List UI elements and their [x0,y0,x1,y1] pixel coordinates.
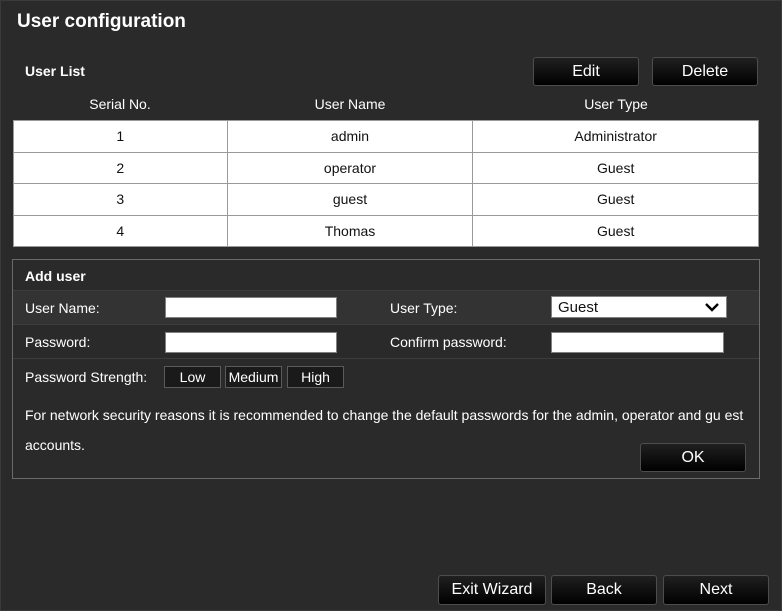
page-title: User configuration [17,11,186,32]
cell-serial: 1 [13,120,228,153]
add-user-panel: Add user User Name: User Type: Guest Pas… [12,259,760,479]
password-strength-row: Password Strength: [13,358,759,396]
chevron-down-icon [705,303,719,312]
password-strength-label: Password Strength: [25,369,148,385]
table-row[interactable]: 3 guest Guest [13,183,759,216]
password-input[interactable] [165,332,337,353]
next-button[interactable]: Next [663,575,769,605]
cell-user-type: Guest [472,214,759,247]
column-header-serial: Serial No. [89,96,151,112]
password-label: Password: [25,334,91,350]
exit-wizard-button[interactable]: Exit Wizard [438,575,546,605]
column-header-user-name: User Name [314,96,386,112]
confirm-password-label: Confirm password: [390,334,507,350]
cell-user-name: operator [226,151,474,184]
cell-user-name: admin [226,120,474,153]
ok-button[interactable]: OK [640,443,746,472]
user-list-label: User List [25,63,85,79]
cell-user-name: guest [226,183,474,216]
strength-medium-indicator: Medium [225,366,282,388]
cell-serial: 3 [13,183,228,216]
add-user-row-passwords: Password: Confirm password: [13,324,759,358]
cell-serial: 4 [13,214,228,247]
cell-user-type: Guest [472,151,759,184]
user-type-select[interactable]: Guest [551,296,727,318]
add-user-title: Add user [25,268,86,284]
user-type-label: User Type: [390,300,458,316]
cell-user-name: Thomas [226,214,474,247]
table-row[interactable]: 4 Thomas Guest [13,214,759,247]
strength-high-indicator: High [287,366,344,388]
table-row[interactable]: 2 operator Guest [13,151,759,184]
user-type-selected-value: Guest [558,298,599,316]
cell-user-type: Administrator [472,120,759,153]
strength-low-indicator: Low [164,366,221,388]
user-name-label: User Name: [25,300,100,316]
cell-user-type: Guest [472,183,759,216]
confirm-password-input[interactable] [551,332,724,353]
table-row[interactable]: 1 admin Administrator [13,120,759,153]
user-table: 1 admin Administrator 2 operator Guest 3… [13,120,759,247]
add-user-row-name-type: User Name: User Type: Guest [13,290,759,324]
column-header-user-type: User Type [584,96,648,112]
edit-button[interactable]: Edit [533,57,639,86]
delete-button[interactable]: Delete [652,57,758,86]
back-button[interactable]: Back [551,575,657,605]
wizard-window: User configuration User List Edit Delete… [0,0,782,611]
user-name-input[interactable] [165,297,337,318]
cell-serial: 2 [13,151,228,184]
